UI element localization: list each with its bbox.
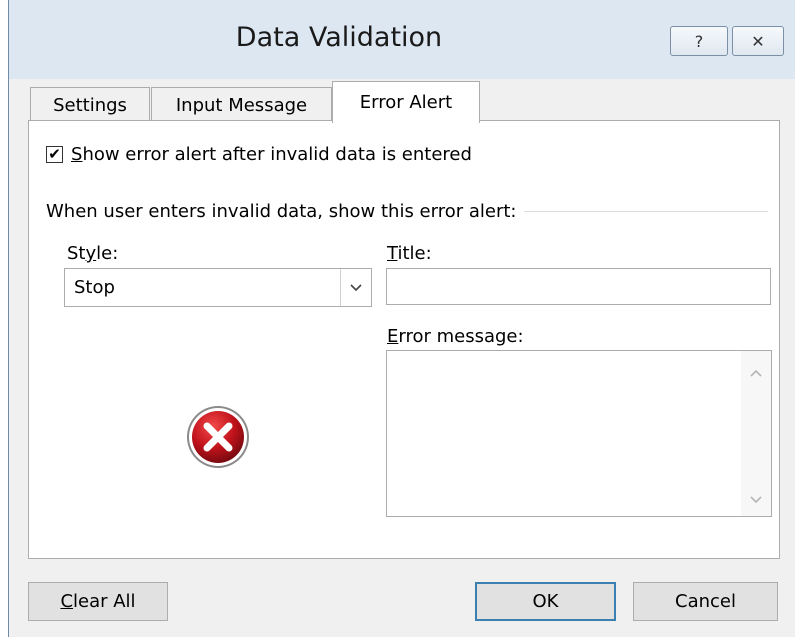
style-value: Stop [74, 277, 115, 298]
chevron-down-icon[interactable] [340, 269, 371, 306]
error-alert-panel: ✔ Show error alert after invalid data is… [28, 120, 780, 559]
group-divider [524, 211, 768, 212]
error-message-textarea[interactable] [386, 350, 772, 517]
title-bar: Data Validation ? ✕ [9, 0, 795, 79]
dialog-title: Data Validation [235, 22, 443, 53]
title-input[interactable] [386, 268, 771, 305]
cancel-button[interactable]: Cancel [633, 582, 778, 621]
error-message-label: Error message: [387, 326, 524, 347]
tab-settings[interactable]: Settings [30, 87, 150, 122]
checkmark-icon: ✔ [48, 145, 61, 163]
clear-all-button[interactable]: Clear All [28, 582, 168, 621]
close-icon: ✕ [751, 31, 765, 51]
style-dropdown[interactable]: Stop [64, 268, 372, 307]
tab-error-alert[interactable]: Error Alert [332, 81, 480, 123]
tab-input-message[interactable]: Input Message [151, 87, 332, 122]
message-scrollbar[interactable] [741, 351, 771, 516]
group-label: When user enters invalid data, show this… [46, 201, 517, 222]
scroll-up-icon[interactable] [741, 359, 771, 387]
show-alert-label[interactable]: Show error alert after invalid data is e… [71, 144, 472, 165]
close-button[interactable]: ✕ [732, 26, 784, 56]
help-button[interactable]: ? [670, 26, 728, 56]
title-label: Title: [387, 243, 432, 264]
help-icon: ? [694, 31, 704, 51]
style-label: Style: [67, 243, 119, 264]
show-alert-checkbox[interactable]: ✔ [46, 146, 63, 163]
ok-button[interactable]: OK [475, 582, 616, 621]
data-validation-dialog: Data Validation ? ✕ Settings Input Messa… [8, 0, 795, 637]
scroll-down-icon[interactable] [741, 486, 771, 514]
group-header: When user enters invalid data, show this… [46, 201, 768, 222]
show-alert-row[interactable]: ✔ Show error alert after invalid data is… [46, 144, 472, 165]
stop-error-icon [187, 406, 249, 468]
